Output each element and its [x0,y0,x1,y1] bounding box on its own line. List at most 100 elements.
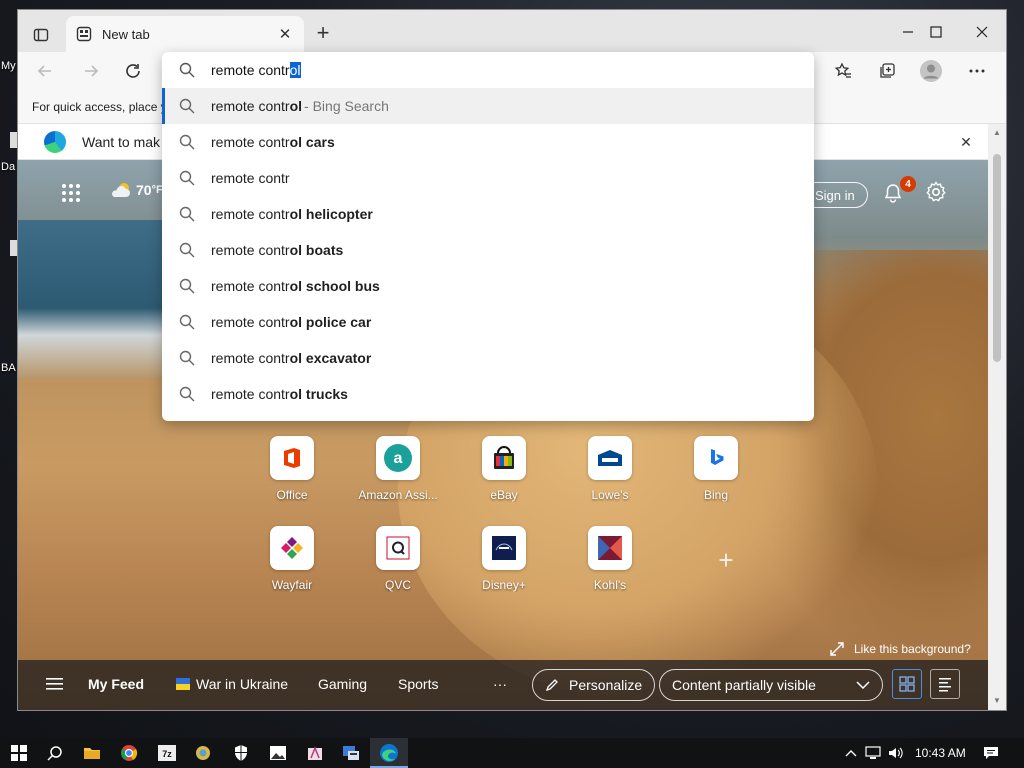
add-quick-link-button[interactable]: + [706,540,746,580]
search-suggestion[interactable]: remote contr ol school bus [162,268,814,304]
control-panel-taskbar-button[interactable] [341,743,361,763]
content-visibility-label: Content partially visible [672,677,816,693]
quick-link-office[interactable]: Office [247,436,337,502]
shield-icon [235,745,247,761]
quick-link-amazon-assistant[interactable]: a Amazon Assi... [353,436,443,502]
paint-icon [308,745,322,760]
suggestion-completion: ol school bus [289,278,380,294]
background-sea [18,220,178,380]
amazon-assistant-logo-icon: a [376,436,420,480]
scroll-thumb[interactable] [993,154,1001,362]
grid-view-button[interactable] [892,669,922,699]
suggestion-prefix: remote contr [211,314,290,330]
list-view-button[interactable] [930,669,960,699]
search-taskbar-button[interactable] [45,743,65,763]
quick-link-qvc[interactable]: QVC [353,526,443,592]
search-suggestion[interactable]: remote contr [162,160,814,196]
maximize-button[interactable] [918,18,954,46]
photos-taskbar-button[interactable] [193,743,213,763]
like-background-link[interactable]: Like this background? [830,642,971,656]
chrome-taskbar-button[interactable] [119,743,139,763]
desktop-icon[interactable] [10,132,18,148]
profile-button[interactable] [916,57,946,85]
lowes-logo-icon [588,436,632,480]
page-settings-gear-icon[interactable] [924,180,948,204]
image-icon [270,746,286,760]
scroll-down-arrow-icon[interactable]: ▼ [992,696,1002,706]
page-scrollbar[interactable]: ▲ ▼ [988,124,1006,710]
feed-tab-my-feed[interactable]: My Feed [88,676,144,692]
suggestion-completion: ol cars [289,134,335,150]
edge-taskbar-button[interactable] [370,738,408,768]
app-launcher-icon[interactable] [62,184,80,202]
search-suggestion[interactable]: remote contr ol trucks [162,376,814,412]
wayfair-logo-icon [270,526,314,570]
quick-link-label: eBay [490,488,518,502]
paint-taskbar-button[interactable] [305,743,325,763]
typed-text: remote contr [211,62,290,78]
address-bar-input[interactable]: remote control [162,52,814,88]
new-tab-button[interactable]: + [312,20,334,45]
forward-button[interactable] [76,57,106,85]
favorites-star-icon [834,62,851,78]
feed-tab-gaming[interactable]: Gaming [318,676,367,692]
quick-link-ebay[interactable]: eBay [459,436,549,502]
quick-link-label: Kohl's [593,578,627,592]
hamburger-menu-icon[interactable] [46,677,63,691]
collections-button[interactable] [872,57,902,85]
start-button[interactable] [9,743,29,763]
desktop-icon[interactable] [10,240,18,256]
search-icon [179,170,195,186]
search-suggestion[interactable]: remote contr ol cars [162,124,814,160]
more-dots-icon [969,69,985,73]
tab-close-icon[interactable]: ✕ [276,25,294,43]
close-window-button[interactable] [964,18,1000,46]
action-center-button[interactable] [982,744,1000,762]
infobar-close-icon[interactable]: ✕ [956,132,976,152]
7zip-taskbar-button[interactable]: 7z [157,743,177,763]
search-icon [179,278,195,294]
taskbar-clock[interactable]: 10:43 AM [915,746,966,760]
feed-tab-sports[interactable]: Sports [398,676,438,692]
address-bar-dropdown: remote control remote contr ol - Bing Sea… [162,52,814,421]
search-suggestion[interactable]: remote contr ol helicopter [162,196,814,232]
volume-tray-icon[interactable] [887,744,905,762]
network-tray-icon[interactable] [864,744,882,762]
back-button[interactable] [30,57,60,85]
quick-link-disney-plus[interactable]: Disney+ [459,526,549,592]
chevron-down-icon [856,681,870,689]
tab-actions-button[interactable] [28,22,54,48]
feed-navigation-bar: My Feed War in Ukraine Gaming Sports ···… [18,660,988,710]
search-suggestion[interactable]: remote contr ol boats [162,232,814,268]
quick-link-kohls[interactable]: Kohl's [565,526,655,592]
settings-more-button[interactable] [962,57,992,85]
scroll-up-arrow-icon[interactable]: ▲ [992,128,1002,138]
infobar-message: Want to mak [82,134,161,150]
file-explorer-taskbar-button[interactable] [82,743,102,763]
weather-widget[interactable]: 70 °F [110,182,163,198]
suggestion-completion: ol boats [289,242,344,258]
search-suggestion[interactable]: remote contr ol - Bing Search [162,88,814,124]
suggestion-completion: ol trucks [289,386,348,402]
forward-arrow-icon [85,65,99,77]
quick-link-wayfair[interactable]: Wayfair [247,526,337,592]
search-icon [179,386,195,402]
favorites-button[interactable] [828,57,858,85]
personalize-button[interactable]: Personalize [532,669,656,701]
suggestion-prefix: remote contr [211,170,290,186]
tab-new-tab[interactable]: New tab ✕ [66,16,304,52]
quick-link-bing[interactable]: Bing [671,436,761,502]
search-suggestion[interactable]: remote contr ol police car [162,304,814,340]
refresh-button[interactable] [118,57,148,85]
windows-logo-icon [11,745,27,761]
kohls-logo-icon [588,526,632,570]
security-taskbar-button[interactable] [231,743,251,763]
quick-link-lowes[interactable]: Lowe's [565,436,655,502]
content-visibility-dropdown[interactable]: Content partially visible [659,669,883,701]
search-suggestion[interactable]: remote contr ol excavator [162,340,814,376]
like-background-text: Like this background? [854,642,971,656]
show-hidden-icons-chevron[interactable] [842,744,860,762]
feed-more-button[interactable]: ··· [493,676,507,692]
image-viewer-taskbar-button[interactable] [268,743,288,763]
feed-tab-war-in-ukraine[interactable]: War in Ukraine [176,676,288,692]
